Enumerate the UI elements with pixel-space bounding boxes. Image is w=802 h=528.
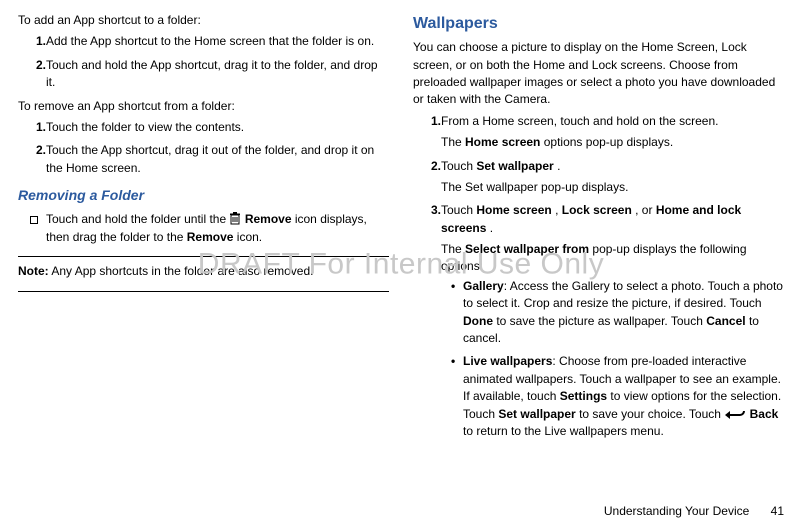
wallpapers-intro: You can choose a picture to display on t… <box>413 39 784 109</box>
list-number: 1. <box>18 33 46 50</box>
list-number: 1. <box>18 119 46 136</box>
two-column-layout: To add an App shortcut to a folder: 1. A… <box>0 0 802 452</box>
bullet-dot-icon: • <box>445 353 463 440</box>
remove-folder-bullet: Touch and hold the folder until the Remo… <box>18 211 389 246</box>
list-text: Add the App shortcut to the Home screen … <box>46 33 389 50</box>
bold-term: Lock screen <box>562 203 632 217</box>
divider <box>18 291 389 292</box>
remove-label: Remove <box>187 230 234 244</box>
wall-step-3: 3. Touch Home screen , Lock screen , or … <box>413 202 784 446</box>
text-fragment: The <box>441 135 465 149</box>
footer-section-title: Understanding Your Device <box>604 504 749 518</box>
option-live-wallpapers: • Live wallpapers: Choose from pre-loade… <box>445 353 784 440</box>
options-sublist: • Gallery: Access the Gallery to select … <box>445 278 784 441</box>
back-icon <box>724 407 749 421</box>
text-fragment: . <box>557 159 560 173</box>
option-text: Live wallpapers: Choose from pre-loaded … <box>463 353 784 440</box>
step-subtext: The Select wallpaper from pop-up display… <box>441 241 784 276</box>
option-text: Gallery: Access the Gallery to select a … <box>463 278 784 348</box>
list-text: Touch Set wallpaper . The Set wallpaper … <box>441 158 784 197</box>
text-fragment: : Access the Gallery to select a photo. … <box>463 279 783 310</box>
list-number: 3. <box>413 202 441 446</box>
bold-term: Done <box>463 314 493 328</box>
text-fragment: , <box>555 203 562 217</box>
note-text: Any App shortcuts in the folder are also… <box>51 264 313 278</box>
add-step-2: 2. Touch and hold the App shortcut, drag… <box>18 57 389 92</box>
text-fragment: . <box>490 221 493 235</box>
bold-term: Select wallpaper from <box>465 242 589 256</box>
list-number: 2. <box>18 142 46 177</box>
text-fragment: to save your choice. Touch <box>576 407 725 421</box>
option-gallery: • Gallery: Access the Gallery to select … <box>445 278 784 348</box>
right-column: Wallpapers You can choose a picture to d… <box>413 12 784 452</box>
list-text: Touch and hold the App shortcut, drag it… <box>46 57 389 92</box>
text-fragment: to return to the Live wallpapers menu. <box>463 424 664 438</box>
heading-removing-folder: Removing a Folder <box>18 185 389 205</box>
text-fragment: From a Home screen, touch and hold on th… <box>441 114 718 128</box>
list-text: Touch the folder to view the contents. <box>46 119 389 136</box>
list-number: 2. <box>18 57 46 92</box>
bold-term: Set wallpaper <box>476 159 553 173</box>
step-subtext: The Set wallpaper pop-up displays. <box>441 179 784 196</box>
text-fragment: Touch <box>441 159 476 173</box>
step-subtext: The Home screen options pop-up displays. <box>441 134 784 151</box>
bold-term: Set wallpaper <box>498 407 575 421</box>
list-number: 1. <box>413 113 441 152</box>
note-row: Note: Any App shortcuts in the folder ar… <box>18 263 389 280</box>
add-step-1: 1. Add the App shortcut to the Home scre… <box>18 33 389 50</box>
bold-term: Home screen <box>465 135 540 149</box>
intro-add-shortcut: To add an App shortcut to a folder: <box>18 12 389 29</box>
left-column: To add an App shortcut to a folder: 1. A… <box>18 12 389 452</box>
text-fragment: to save the picture as wallpaper. Touch <box>493 314 706 328</box>
wall-step-1: 1. From a Home screen, touch and hold on… <box>413 113 784 152</box>
text-fragment: Touch and hold the folder until the <box>46 212 229 226</box>
square-bullet-icon <box>18 211 46 246</box>
option-label: Gallery <box>463 279 504 293</box>
wall-step-2: 2. Touch Set wallpaper . The Set wallpap… <box>413 158 784 197</box>
list-text: Touch Home screen , Lock screen , or Hom… <box>441 202 784 446</box>
list-text: Touch the App shortcut, drag it out of t… <box>46 142 389 177</box>
text-fragment: icon. <box>237 230 262 244</box>
intro-remove-shortcut: To remove an App shortcut from a folder: <box>18 98 389 115</box>
trash-icon <box>229 212 244 226</box>
list-number: 2. <box>413 158 441 197</box>
list-text: From a Home screen, touch and hold on th… <box>441 113 784 152</box>
bold-term: Cancel <box>706 314 745 328</box>
text-fragment: Touch <box>441 203 476 217</box>
bold-term: Settings <box>560 389 607 403</box>
heading-wallpapers: Wallpapers <box>413 12 784 35</box>
page-footer: Understanding Your Device 41 <box>604 503 784 520</box>
text-fragment: The <box>441 242 465 256</box>
remove-label: Remove <box>245 212 292 226</box>
text-fragment: options pop-up displays. <box>544 135 673 149</box>
bullet-text: Touch and hold the folder until the Remo… <box>46 211 389 246</box>
note-label: Note: <box>18 264 49 278</box>
footer-page-number: 41 <box>771 504 784 518</box>
bold-term: Home screen <box>476 203 551 217</box>
text-fragment: , or <box>635 203 656 217</box>
bold-term: Back <box>750 407 779 421</box>
remove-step-1: 1. Touch the folder to view the contents… <box>18 119 389 136</box>
bullet-dot-icon: • <box>445 278 463 348</box>
option-label: Live wallpapers <box>463 354 552 368</box>
remove-step-2: 2. Touch the App shortcut, drag it out o… <box>18 142 389 177</box>
divider <box>18 256 389 257</box>
